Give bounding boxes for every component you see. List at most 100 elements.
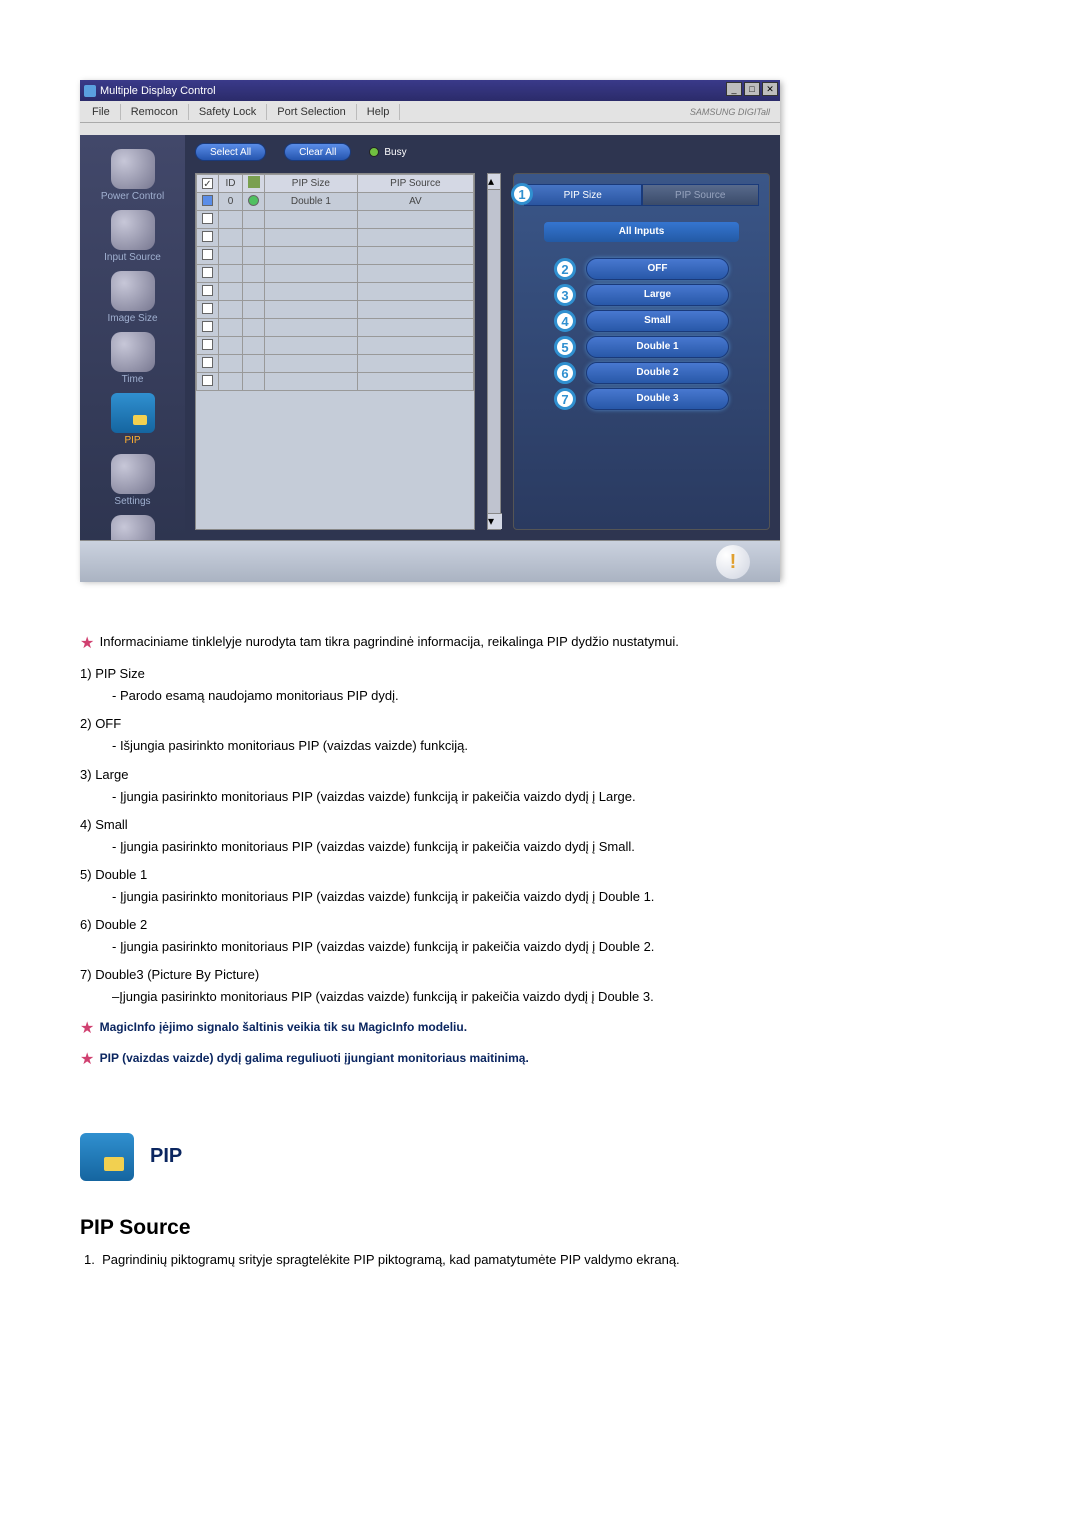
row-checkbox[interactable] (202, 339, 213, 350)
checkbox-icon: ✓ (202, 178, 213, 189)
row-checkbox[interactable] (202, 267, 213, 278)
row-checkbox[interactable] (202, 249, 213, 260)
scrollbar[interactable]: ▴ ▾ (487, 173, 501, 530)
sidebar-item-settings[interactable]: Settings (80, 454, 185, 507)
option-double-2[interactable]: Double 2 (586, 362, 729, 384)
sidebar-item-pip[interactable]: PIP (80, 393, 185, 446)
menu-port-selection[interactable]: Port Selection (271, 104, 356, 120)
table-row (197, 355, 474, 373)
intro-text: Informaciniame tinklelyje nurodyta tam t… (100, 634, 679, 649)
menubar: File Remocon Safety Lock Port Selection … (80, 101, 780, 123)
item-title: PIP Size (95, 666, 145, 681)
item-title: Large (95, 767, 128, 782)
item-title: OFF (95, 716, 121, 731)
star-icon: ★ (80, 1046, 96, 1073)
clear-all-button[interactable]: Clear All (284, 143, 351, 161)
maximize-button[interactable]: □ (744, 82, 760, 96)
col-pip-size: PIP Size (265, 175, 358, 193)
scroll-down-icon[interactable]: ▾ (488, 513, 502, 529)
table-row (197, 283, 474, 301)
table-row (197, 373, 474, 391)
note-1: MagicInfo įėjimo signalo šaltinis veikia… (100, 1020, 467, 1034)
alert-icon: ! (716, 545, 750, 579)
callout-4: 4 (554, 310, 576, 332)
step-1: 1. Pagrindinių piktogramų srityje spragt… (84, 1252, 1040, 1267)
table-row (197, 301, 474, 319)
item-title: Double 1 (95, 867, 147, 882)
item-desc: - Įjungia pasirinkto monitoriaus PIP (va… (112, 836, 1040, 858)
item-number: 6) (80, 917, 92, 932)
pip-icon (111, 393, 155, 433)
sidebar-item-input-source[interactable]: Input Source (80, 210, 185, 263)
table-row (197, 211, 474, 229)
sidebar-item-label: Power Control (101, 191, 164, 202)
item-number: 1) (80, 666, 92, 681)
item-number: 5) (80, 867, 92, 882)
tab-pip-source[interactable]: PIP Source (642, 184, 760, 206)
col-check[interactable]: ✓ (197, 175, 219, 193)
item-desc: - Įjungia pasirinkto monitoriaus PIP (va… (112, 786, 1040, 808)
row-checkbox[interactable] (202, 357, 213, 368)
scroll-up-icon[interactable]: ▴ (488, 174, 500, 190)
power-icon (111, 149, 155, 189)
item-desc: - Įjungia pasirinkto monitoriaus PIP (va… (112, 936, 1040, 958)
tab-pip-size[interactable]: 1 PIP Size (524, 184, 642, 206)
row-checkbox[interactable] (202, 303, 213, 314)
option-large[interactable]: Large (586, 284, 729, 306)
menu-safety-lock[interactable]: Safety Lock (193, 104, 267, 120)
col-pip-source: PIP Source (357, 175, 473, 193)
option-double-3[interactable]: Double 3 (586, 388, 729, 410)
statusbar: ! (80, 540, 780, 582)
list-item: 2) OFF - Išjungia pasirinkto monitoriaus… (80, 713, 1040, 757)
busy-label: Busy (384, 147, 406, 158)
sidebar-item-image-size[interactable]: Image Size (80, 271, 185, 324)
menu-help[interactable]: Help (361, 104, 401, 120)
option-small[interactable]: Small (586, 310, 729, 332)
callout-5: 5 (554, 336, 576, 358)
minimize-button[interactable]: _ (726, 82, 742, 96)
item-desc: - Išjungia pasirinkto monitoriaus PIP (v… (112, 735, 1040, 757)
cell-status (243, 193, 265, 211)
row-checkbox[interactable] (202, 375, 213, 386)
item-desc: - Parodo esamą naudojamo monitoriaus PIP… (112, 685, 1040, 707)
input-icon (111, 210, 155, 250)
callout-3: 3 (554, 284, 576, 306)
image-size-icon (111, 271, 155, 311)
row-checkbox[interactable] (202, 285, 213, 296)
pip-label: PIP (150, 1145, 182, 1168)
select-all-button[interactable]: Select All (195, 143, 266, 161)
list-item: 6) Double 2 - Įjungia pasirinkto monitor… (80, 914, 1040, 958)
all-inputs-label: All Inputs (544, 222, 739, 242)
item-number: 7) (80, 967, 92, 982)
menu-remocon[interactable]: Remocon (125, 104, 189, 120)
menu-file[interactable]: File (86, 104, 121, 120)
callout-7: 7 (554, 388, 576, 410)
app-title: Multiple Display Control (100, 85, 216, 97)
table-row (197, 247, 474, 265)
busy-dot-icon (369, 147, 379, 157)
table-row (197, 319, 474, 337)
table-row[interactable]: 0 Double 1 AV (197, 193, 474, 211)
list-item: 1) PIP Size - Parodo esamą naudojamo mon… (80, 663, 1040, 707)
row-checkbox[interactable] (202, 231, 213, 242)
close-button[interactable]: ✕ (762, 82, 778, 96)
option-double-1[interactable]: Double 1 (586, 336, 729, 358)
sidebar-item-power-control[interactable]: Power Control (80, 149, 185, 202)
row-checkbox[interactable] (202, 213, 213, 224)
toolbar: Select All Clear All Busy (185, 135, 780, 169)
device-table: ✓ ID PIP Size PIP Source 0 Double 1 AV (195, 173, 475, 530)
titlebar: Multiple Display Control _ □ ✕ (80, 80, 780, 101)
table-row (197, 337, 474, 355)
table-row (197, 265, 474, 283)
sidebar-item-time[interactable]: Time (80, 332, 185, 385)
sidebar-item-label: PIP (124, 435, 140, 446)
time-icon (111, 332, 155, 372)
row-checkbox[interactable] (202, 195, 213, 206)
col-status (243, 175, 265, 193)
row-checkbox[interactable] (202, 321, 213, 332)
callout-1: 1 (511, 183, 533, 205)
sidebar-item-label: Settings (114, 496, 150, 507)
col-id: ID (219, 175, 243, 193)
option-off[interactable]: OFF (586, 258, 729, 280)
list-item: 4) Small - Įjungia pasirinkto monitoriau… (80, 814, 1040, 858)
